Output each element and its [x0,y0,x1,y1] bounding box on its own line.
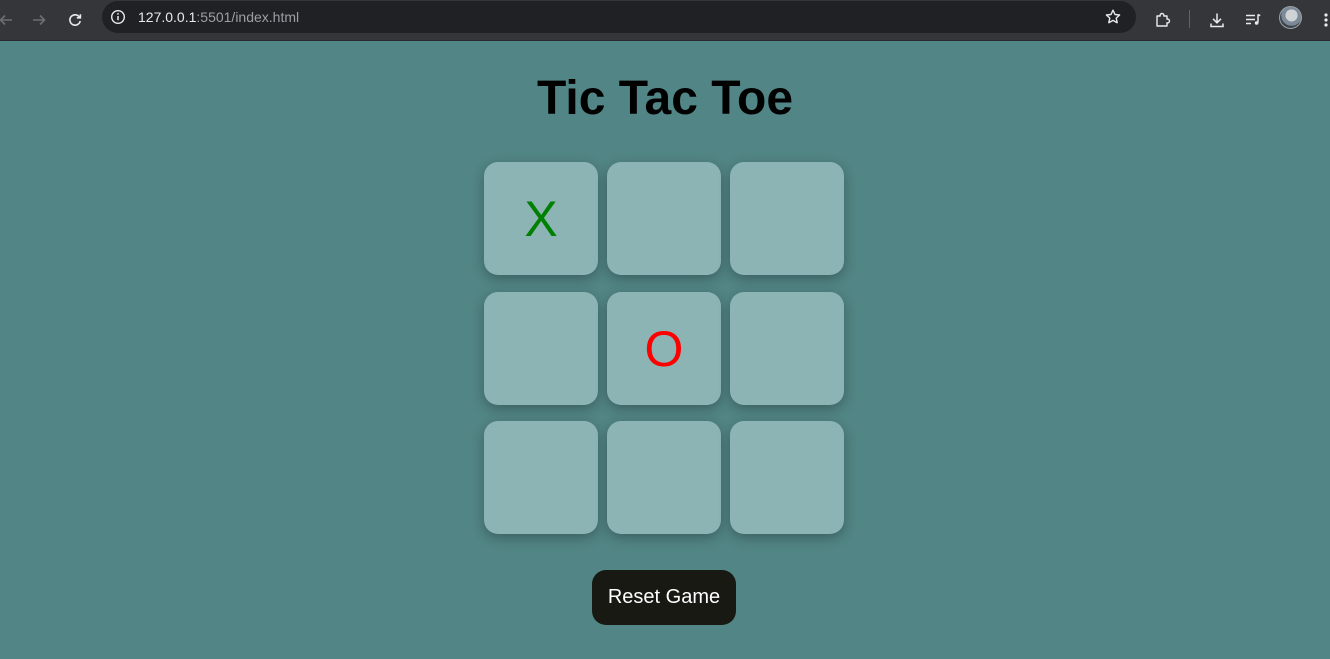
board-cell[interactable] [730,162,844,275]
board-cell[interactable]: X [484,162,598,275]
back-icon[interactable] [0,6,20,34]
url-path: :5501/index.html [196,9,300,25]
board-cell[interactable] [607,421,721,534]
game-board: X O [484,162,844,535]
board-cell[interactable] [607,162,721,275]
address-bar[interactable]: 127.0.0.1:5501/index.html [102,1,1136,33]
download-icon[interactable] [1203,6,1231,34]
board-cell[interactable]: O [607,292,721,405]
extensions-icon[interactable] [1149,6,1177,34]
reload-icon[interactable] [61,6,89,34]
bookmark-star-icon[interactable] [1104,8,1122,31]
browser-toolbar: 127.0.0.1:5501/index.html [0,0,1330,41]
reset-game-button[interactable]: Reset Game [592,570,736,625]
forward-icon[interactable] [25,6,53,34]
url-host: 127.0.0.1 [138,9,197,25]
board-cell[interactable] [730,292,844,405]
site-info-icon[interactable] [110,9,126,30]
board-cell[interactable] [484,292,598,405]
url-text: 127.0.0.1:5501/index.html [138,9,299,25]
media-queue-icon[interactable] [1239,6,1267,34]
toolbar-divider [1189,10,1190,28]
menu-dots-icon[interactable] [1312,6,1330,34]
page-title: Tic Tac Toe [536,72,794,125]
board-cell[interactable] [730,421,844,534]
board-cell[interactable] [484,421,598,534]
profile-avatar[interactable] [1279,6,1302,29]
